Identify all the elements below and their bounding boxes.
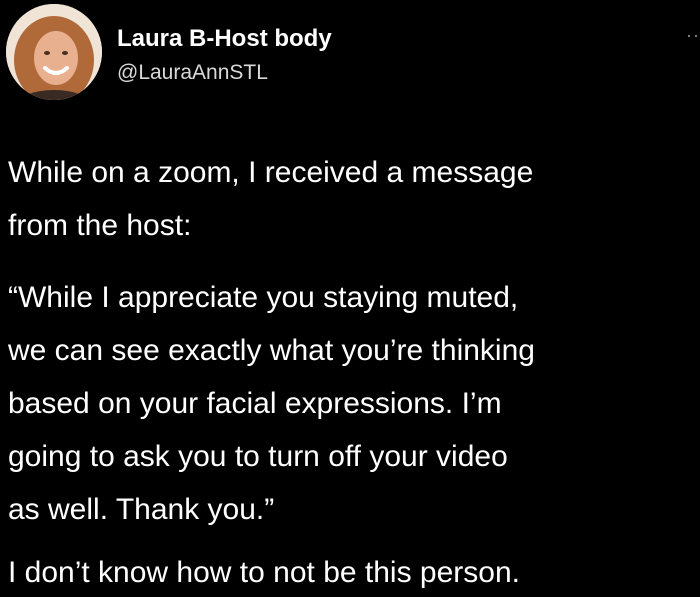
tweet-line: I don’t know how to not be this person.: [8, 556, 520, 589]
tweet-paragraph-1: While on a zoom, I received a message fr…: [8, 146, 533, 252]
tweet-card: Laura B-Host body @LauraAnnSTL ·· While …: [0, 0, 700, 597]
tweet-paragraph-3: I don’t know how to not be this person.: [8, 546, 520, 597]
tweet-line: from the host:: [8, 209, 192, 242]
tweet-line: “While I appreciate you staying muted,: [8, 281, 519, 314]
author-display-name[interactable]: Laura B-Host body: [117, 27, 332, 51]
tweet-line: going to ask you to turn off your video: [8, 440, 508, 473]
tweet-paragraph-2: “While I appreciate you staying muted, w…: [8, 271, 535, 536]
tweet-line: based on your facial expressions. I’m: [8, 387, 502, 420]
tweet-line: as well. Thank you.”: [8, 493, 275, 526]
tweet-line: While on a zoom, I received a message: [8, 156, 534, 189]
tweet-line: we can see exactly what you’re thinking: [8, 334, 535, 367]
profile-photo-icon: [6, 4, 102, 100]
avatar[interactable]: [6, 4, 102, 100]
author-handle[interactable]: @LauraAnnSTL: [117, 62, 268, 83]
more-options-icon[interactable]: ··: [686, 26, 700, 44]
